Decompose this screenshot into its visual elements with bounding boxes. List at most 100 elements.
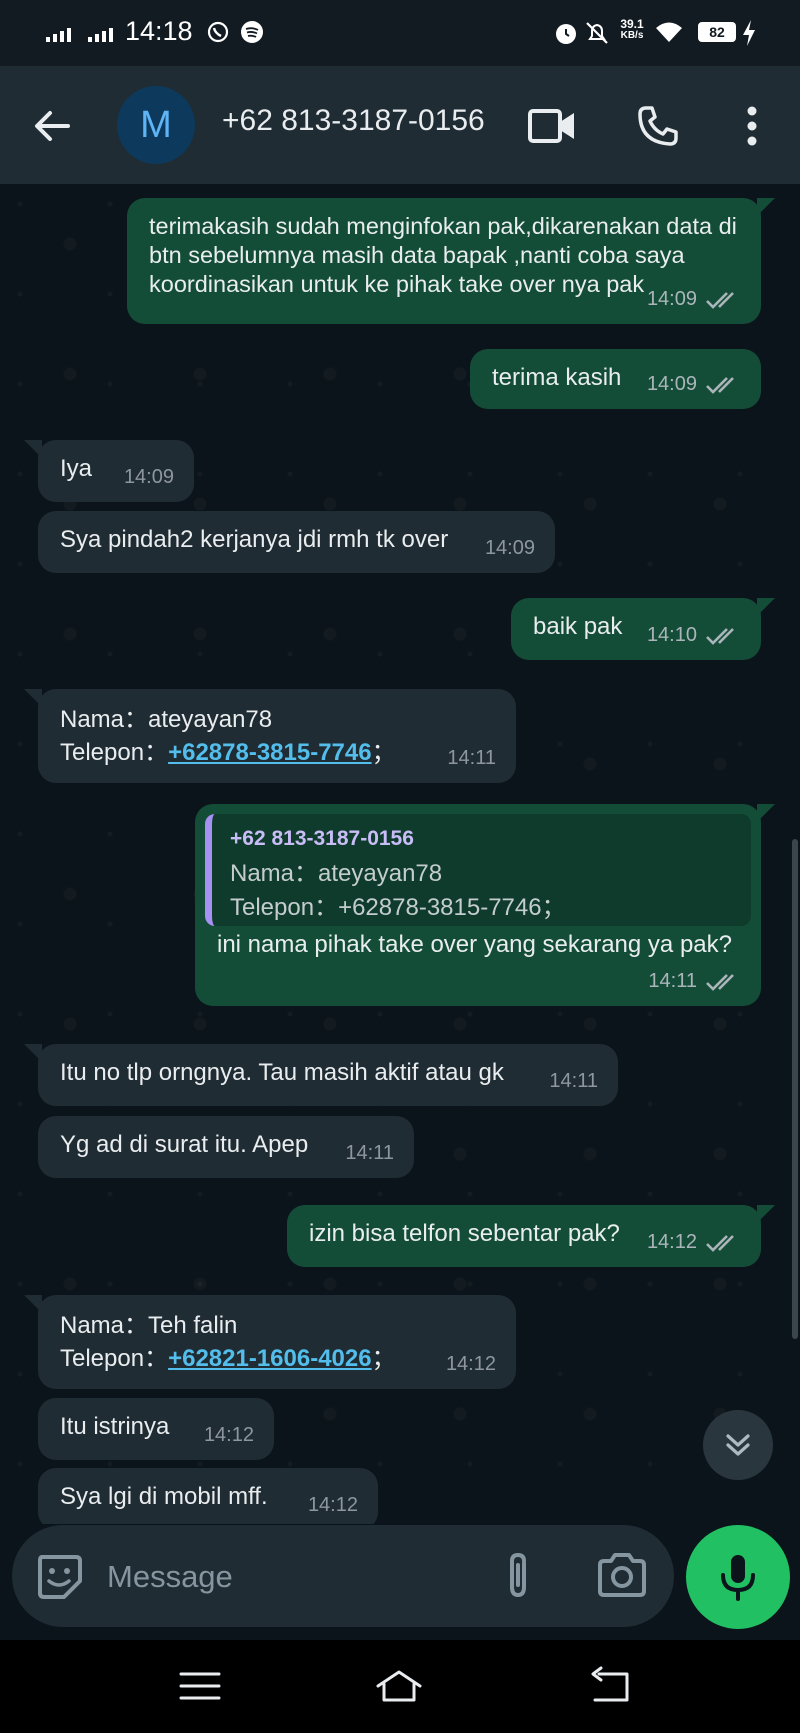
back-arrow-icon[interactable] [28, 102, 76, 150]
message-bubble-outgoing[interactable]: terimakasih sudah menginfokan pak,dikare… [127, 198, 775, 324]
sticker-emoji-icon[interactable] [34, 1551, 84, 1601]
phone-label: Telepon： [60, 739, 169, 766]
quote-line: Telepon：+62878-3815-7746； [230, 894, 566, 921]
back-nav-icon[interactable] [585, 1664, 635, 1708]
message-meta: 14:09 [485, 534, 535, 563]
more-vertical-icon [747, 106, 757, 146]
message-time: 14:11 [447, 747, 496, 769]
message-bubble-incoming[interactable]: Sya lgi di mobil mff. 14:12 [38, 1468, 378, 1524]
message-meta: 14:10 [647, 621, 741, 650]
signal-icon-2 [88, 28, 113, 42]
voice-message-button[interactable] [686, 1525, 790, 1629]
camera-icon[interactable] [596, 1551, 648, 1601]
scroll-to-bottom-button[interactable] [703, 1410, 773, 1480]
double-check-icon [706, 291, 734, 309]
spotify-icon [241, 21, 263, 43]
net-speed-unit: KB/s [620, 30, 644, 41]
double-check-icon [706, 376, 734, 394]
message-meta: 14:09 [647, 285, 741, 314]
double-chevron-down-icon [726, 1434, 750, 1456]
message-time: 14:10 [646, 624, 697, 646]
message-text: Yg ad di surat itu. Apep [60, 1131, 309, 1158]
video-call-button[interactable] [526, 100, 578, 152]
bubble-tail [24, 1044, 42, 1062]
double-check-icon [706, 973, 734, 991]
bubble-tail [24, 440, 42, 458]
message-bubble-incoming[interactable]: Iya 14:09 [24, 440, 194, 502]
message-bubble-incoming[interactable]: Itu istrinya 14:12 [38, 1398, 274, 1460]
double-check-icon [706, 627, 734, 645]
more-options-button[interactable] [726, 100, 778, 152]
phone-link[interactable]: +62821-1606-4026 [168, 1345, 372, 1372]
bubble-tail [757, 198, 775, 216]
system-nav-bar [0, 1640, 800, 1733]
message-bubble-incoming[interactable]: Sya pindah2 kerjanya jdi rmh tk over 14:… [38, 511, 555, 573]
alarm-icon [556, 24, 576, 44]
message-time: 14:09 [123, 466, 174, 488]
quote-line: Nama：ateyayan78 [230, 860, 443, 887]
message-bubble-incoming[interactable]: Nama：ateyayan78 Telepon：+62878-3815-7746… [24, 689, 516, 783]
message-time: 14:11 [549, 1070, 598, 1092]
message-bubble-outgoing[interactable]: baik pak 14:10 [511, 598, 775, 660]
message-meta: 14:11 [345, 1139, 394, 1168]
bubble-tail [757, 1205, 775, 1223]
battery-level: 82 [709, 24, 725, 40]
contact-name-line: Nama：Teh falin [60, 1312, 238, 1339]
phone-link[interactable]: +62878-3815-7746 [168, 739, 372, 766]
charging-icon [743, 20, 755, 46]
message-bubble-incoming[interactable]: Itu no tlp orngnya. Tau masih aktif atau… [24, 1044, 618, 1106]
signal-icon [46, 28, 71, 42]
message-text: Itu no tlp orngnya. Tau masih aktif atau… [60, 1059, 504, 1086]
message-time: 14:09 [646, 373, 697, 395]
bubble-tail [24, 1295, 42, 1313]
menu-icon[interactable] [175, 1664, 225, 1708]
message-time: 14:11 [648, 970, 697, 992]
message-meta: 14:09 [647, 370, 741, 399]
quoted-message[interactable]: +62 813-3187-0156 Nama：ateyayan78 Telepo… [205, 814, 751, 926]
message-bubble-outgoing[interactable]: +62 813-3187-0156 Nama：ateyayan78 Telepo… [195, 804, 775, 1006]
video-camera-icon [528, 109, 574, 143]
battery-icon: 82 [698, 22, 736, 42]
message-bubble-outgoing[interactable]: izin bisa telfon sebentar pak? 14:12 [287, 1205, 775, 1267]
avatar-letter: M [140, 103, 172, 146]
net-speed-value: 39.1 [620, 17, 644, 31]
paperclip-icon[interactable] [492, 1549, 544, 1603]
message-bubble-outgoing[interactable]: terima kasih 14:09 [470, 349, 761, 409]
message-time: 14:12 [307, 1494, 358, 1516]
chat-header: M +62 813-3187-0156 [0, 66, 800, 184]
message-time: 14:12 [646, 1231, 697, 1253]
quote-sender: +62 813-3187-0156 [230, 827, 414, 850]
bubble-tail [757, 804, 775, 822]
scrollbar[interactable] [792, 839, 798, 1339]
message-meta: 14:09 [124, 463, 174, 492]
avatar[interactable]: M [117, 86, 195, 164]
double-check-icon [706, 1234, 734, 1252]
phone-suffix: ； [371, 1345, 396, 1372]
whatsapp-icon [207, 21, 229, 43]
message-text: Sya pindah2 kerjanya jdi rmh tk over [60, 526, 449, 553]
phone-icon [638, 106, 678, 146]
mute-icon [586, 22, 608, 44]
clock: 14:18 [125, 16, 193, 46]
contact-name-line: Nama：ateyayan78 [60, 706, 273, 733]
message-time: 14:12 [203, 1424, 254, 1446]
message-bubble-incoming[interactable]: Yg ad di surat itu. Apep 14:11 [38, 1116, 414, 1178]
message-meta: 14:11 [447, 744, 496, 773]
message-time: 14:09 [484, 537, 535, 559]
contact-name[interactable]: +62 813-3187-0156 [222, 104, 485, 138]
message-input[interactable] [107, 1555, 457, 1599]
home-icon[interactable] [374, 1664, 424, 1708]
bubble-tail [24, 689, 42, 707]
message-bubble-incoming[interactable]: Nama：Teh falin Telepon：+62821-1606-4026；… [24, 1295, 516, 1389]
message-composer [12, 1525, 674, 1627]
contact-phone-line: Telepon：+62821-1606-4026； [60, 1342, 494, 1375]
message-meta: 14:11 [648, 967, 741, 996]
phone-label: Telepon： [60, 1345, 169, 1372]
status-bar: 14:18 39.1 KB/s 82 [0, 0, 800, 66]
message-meta: 14:12 [308, 1491, 358, 1520]
message-time: 14:11 [345, 1142, 394, 1164]
voice-call-button[interactable] [632, 100, 684, 152]
message-list[interactable]: terimakasih sudah menginfokan pak,dikare… [0, 184, 800, 1524]
contact-phone-line: Telepon：+62878-3815-7746； [60, 736, 494, 769]
bubble-tail [757, 598, 775, 616]
